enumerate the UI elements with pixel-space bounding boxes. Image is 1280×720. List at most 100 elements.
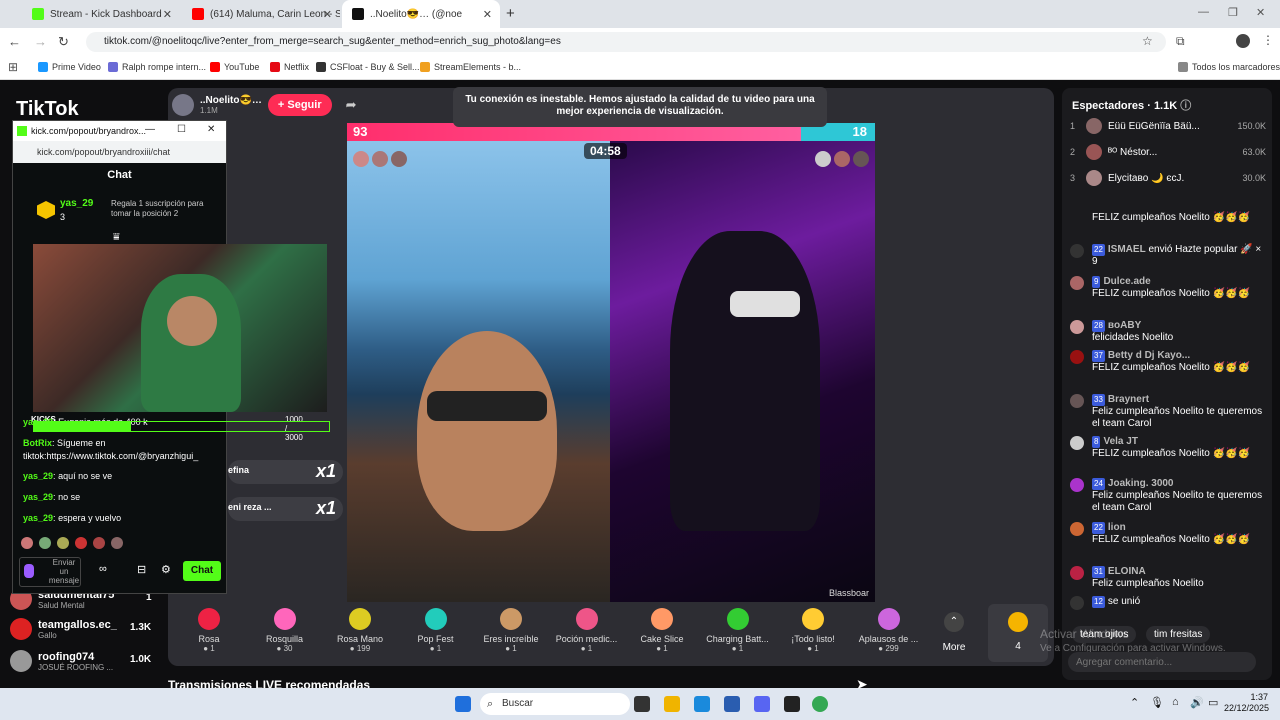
microphone-icon[interactable]: 🎙: [1150, 696, 1164, 709]
forward-icon[interactable]: →: [34, 34, 47, 49]
gift-item[interactable]: Poción medic... ● 1: [550, 608, 624, 653]
back-icon[interactable]: ←: [8, 34, 21, 49]
gift-item[interactable]: Charging Batt... ● 1: [701, 608, 775, 653]
list-item[interactable]: roofing074 JOSUÉ ROOFING ... 1.0K: [10, 650, 160, 672]
avatar[interactable]: [1070, 394, 1084, 408]
star-icon[interactable]: ☆: [1142, 34, 1153, 48]
close-icon[interactable]: ✕: [483, 8, 492, 21]
avatar[interactable]: [853, 151, 869, 167]
battery-icon[interactable]: ▭: [1208, 696, 1218, 709]
network-icon[interactable]: ⌂: [1172, 696, 1179, 708]
gear-icon[interactable]: ⚙: [161, 563, 171, 576]
avatar[interactable]: [1070, 478, 1084, 492]
close-icon[interactable]: ✕: [323, 8, 332, 21]
tab-youtube[interactable]: (614) Maluma, Carin Leon - Seg ✕: [182, 0, 340, 28]
new-tab-button[interactable]: +: [506, 5, 515, 22]
host-name[interactable]: ..Noelito😎…: [200, 95, 262, 106]
file-explorer-icon[interactable]: [664, 696, 680, 712]
top-viewer[interactable]: 3 Elycitaвo 🌙 єcJ. 30.0K: [1070, 170, 1266, 186]
reload-icon[interactable]: ↻: [58, 34, 69, 50]
discord-icon[interactable]: [754, 696, 770, 712]
close-window-button[interactable]: ✕: [207, 124, 215, 135]
edge-icon[interactable]: [694, 696, 710, 712]
more-gifts-button[interactable]: ⌃ More: [936, 612, 972, 653]
pin-icon[interactable]: ⩸: [113, 231, 120, 244]
url-field[interactable]: tiktok.com/@noelitoqc/live?enter_from_me…: [86, 32, 1166, 52]
chrome-icon[interactable]: [812, 696, 828, 712]
apps-icon[interactable]: ⊞: [8, 60, 18, 74]
top-viewer[interactable]: 1 Eüü EüGënïïa Bäü... 150.0K: [1070, 118, 1266, 134]
gift-item[interactable]: Cake Slice ● 1: [625, 608, 699, 653]
taskbar-search[interactable]: ⌕ Buscar: [480, 693, 630, 715]
bookmark-all[interactable]: Todos los marcadores: [1178, 62, 1280, 72]
emote-icon[interactable]: [75, 537, 87, 549]
avatar[interactable]: [1070, 566, 1084, 580]
avatar[interactable]: [1070, 436, 1084, 450]
bookmark-streamelements[interactable]: StreamElements - b...: [420, 62, 521, 72]
tab-kick-dashboard[interactable]: Stream - Kick Dashboard ✕: [22, 0, 180, 28]
minimize-button[interactable]: —: [1198, 6, 1209, 18]
bookmark-netflix[interactable]: Netflix: [270, 62, 309, 72]
host-avatar[interactable]: [172, 94, 194, 116]
message-input[interactable]: Enviar un mensaje: [19, 557, 81, 587]
avatar[interactable]: [1070, 350, 1084, 364]
kick-url-field[interactable]: kick.com/popout/bryandroxiii/chat: [13, 141, 226, 163]
chip-tim-fresitas[interactable]: tim fresitas: [1146, 626, 1211, 643]
emote-icon[interactable]: [93, 537, 105, 549]
gift-item[interactable]: Aplausos de ... ● 299: [852, 608, 926, 653]
coins-button[interactable]: 4: [988, 604, 1048, 662]
avatar[interactable]: [353, 151, 369, 167]
clock[interactable]: 1:37 22/12/2025: [1224, 692, 1269, 714]
top-viewer[interactable]: 2 ᴮᴼ Néstor... 63.0K: [1070, 144, 1266, 160]
gift-item[interactable]: ¡Todo listo! ● 1: [776, 608, 850, 653]
emote-icon[interactable]: [57, 537, 69, 549]
avatar[interactable]: [1070, 522, 1084, 536]
top-supporter-name[interactable]: yas_29: [60, 198, 93, 209]
gift-sub-cta[interactable]: Regala 1 suscripción para tomar la posic…: [111, 199, 221, 219]
maximize-button[interactable]: ☐: [177, 124, 186, 135]
comment-input[interactable]: [1068, 652, 1256, 672]
tab-tiktok[interactable]: ..Noelito😎… (@noe ✕: [342, 0, 500, 28]
live-video[interactable]: 93 18 Blassboar 04:58: [347, 123, 875, 602]
windows-start-icon[interactable]: [455, 696, 471, 712]
avatar[interactable]: [815, 151, 831, 167]
close-window-button[interactable]: ✕: [1256, 6, 1265, 19]
gift-item[interactable]: Eres increíble ● 1: [474, 608, 548, 653]
shop-icon[interactable]: ⊟: [137, 563, 146, 576]
emote-icon[interactable]: [111, 537, 123, 549]
task-view-icon[interactable]: [634, 696, 650, 712]
info-icon[interactable]: ⓘ: [1180, 100, 1191, 112]
gift-item[interactable]: Rosa ● 1: [172, 608, 246, 653]
avatar[interactable]: [1236, 34, 1250, 48]
gift-item[interactable]: Rosquilla ● 30: [248, 608, 322, 653]
bookmark-csfloat[interactable]: CSFloat - Buy & Sell...: [316, 62, 420, 72]
avatar[interactable]: [372, 151, 388, 167]
gift-item[interactable]: Pop Fest ● 1: [399, 608, 473, 653]
maximize-button[interactable]: ❐: [1228, 6, 1238, 19]
close-icon[interactable]: ✕: [163, 8, 172, 21]
send-chat-button[interactable]: Chat: [183, 561, 221, 581]
infinity-icon[interactable]: ∞: [99, 563, 107, 575]
gift-item[interactable]: Rosa Mano ● 199: [323, 608, 397, 653]
store-icon[interactable]: [724, 696, 740, 712]
avatar[interactable]: [1070, 276, 1084, 290]
menu-icon[interactable]: ⋮: [1262, 33, 1274, 47]
bookmark-prime-video[interactable]: Prime Video: [38, 62, 101, 72]
share-icon[interactable]: ➦: [346, 97, 357, 113]
avatar[interactable]: [391, 151, 407, 167]
extensions-icon[interactable]: ⧉: [1176, 34, 1185, 49]
volume-icon[interactable]: 🔊: [1190, 696, 1204, 709]
list-item[interactable]: teamgallos.ec_ Gallo 1.3K: [10, 618, 160, 640]
emote-icon[interactable]: [21, 537, 33, 549]
minimize-button[interactable]: —: [145, 124, 155, 135]
app-icon[interactable]: [784, 696, 800, 712]
tiktok-logo[interactable]: TikTok: [16, 98, 79, 121]
bookmark-ralph[interactable]: Ralph rompe intern...: [108, 62, 206, 72]
avatar[interactable]: [1070, 320, 1084, 334]
emote-icon[interactable]: [39, 537, 51, 549]
avatar[interactable]: [834, 151, 850, 167]
gift-price: ● 1: [807, 644, 819, 653]
bookmark-youtube[interactable]: YouTube: [210, 62, 259, 72]
chevron-up-icon[interactable]: ⌃: [1130, 696, 1139, 709]
follow-button[interactable]: + Seguir: [267, 94, 332, 116]
